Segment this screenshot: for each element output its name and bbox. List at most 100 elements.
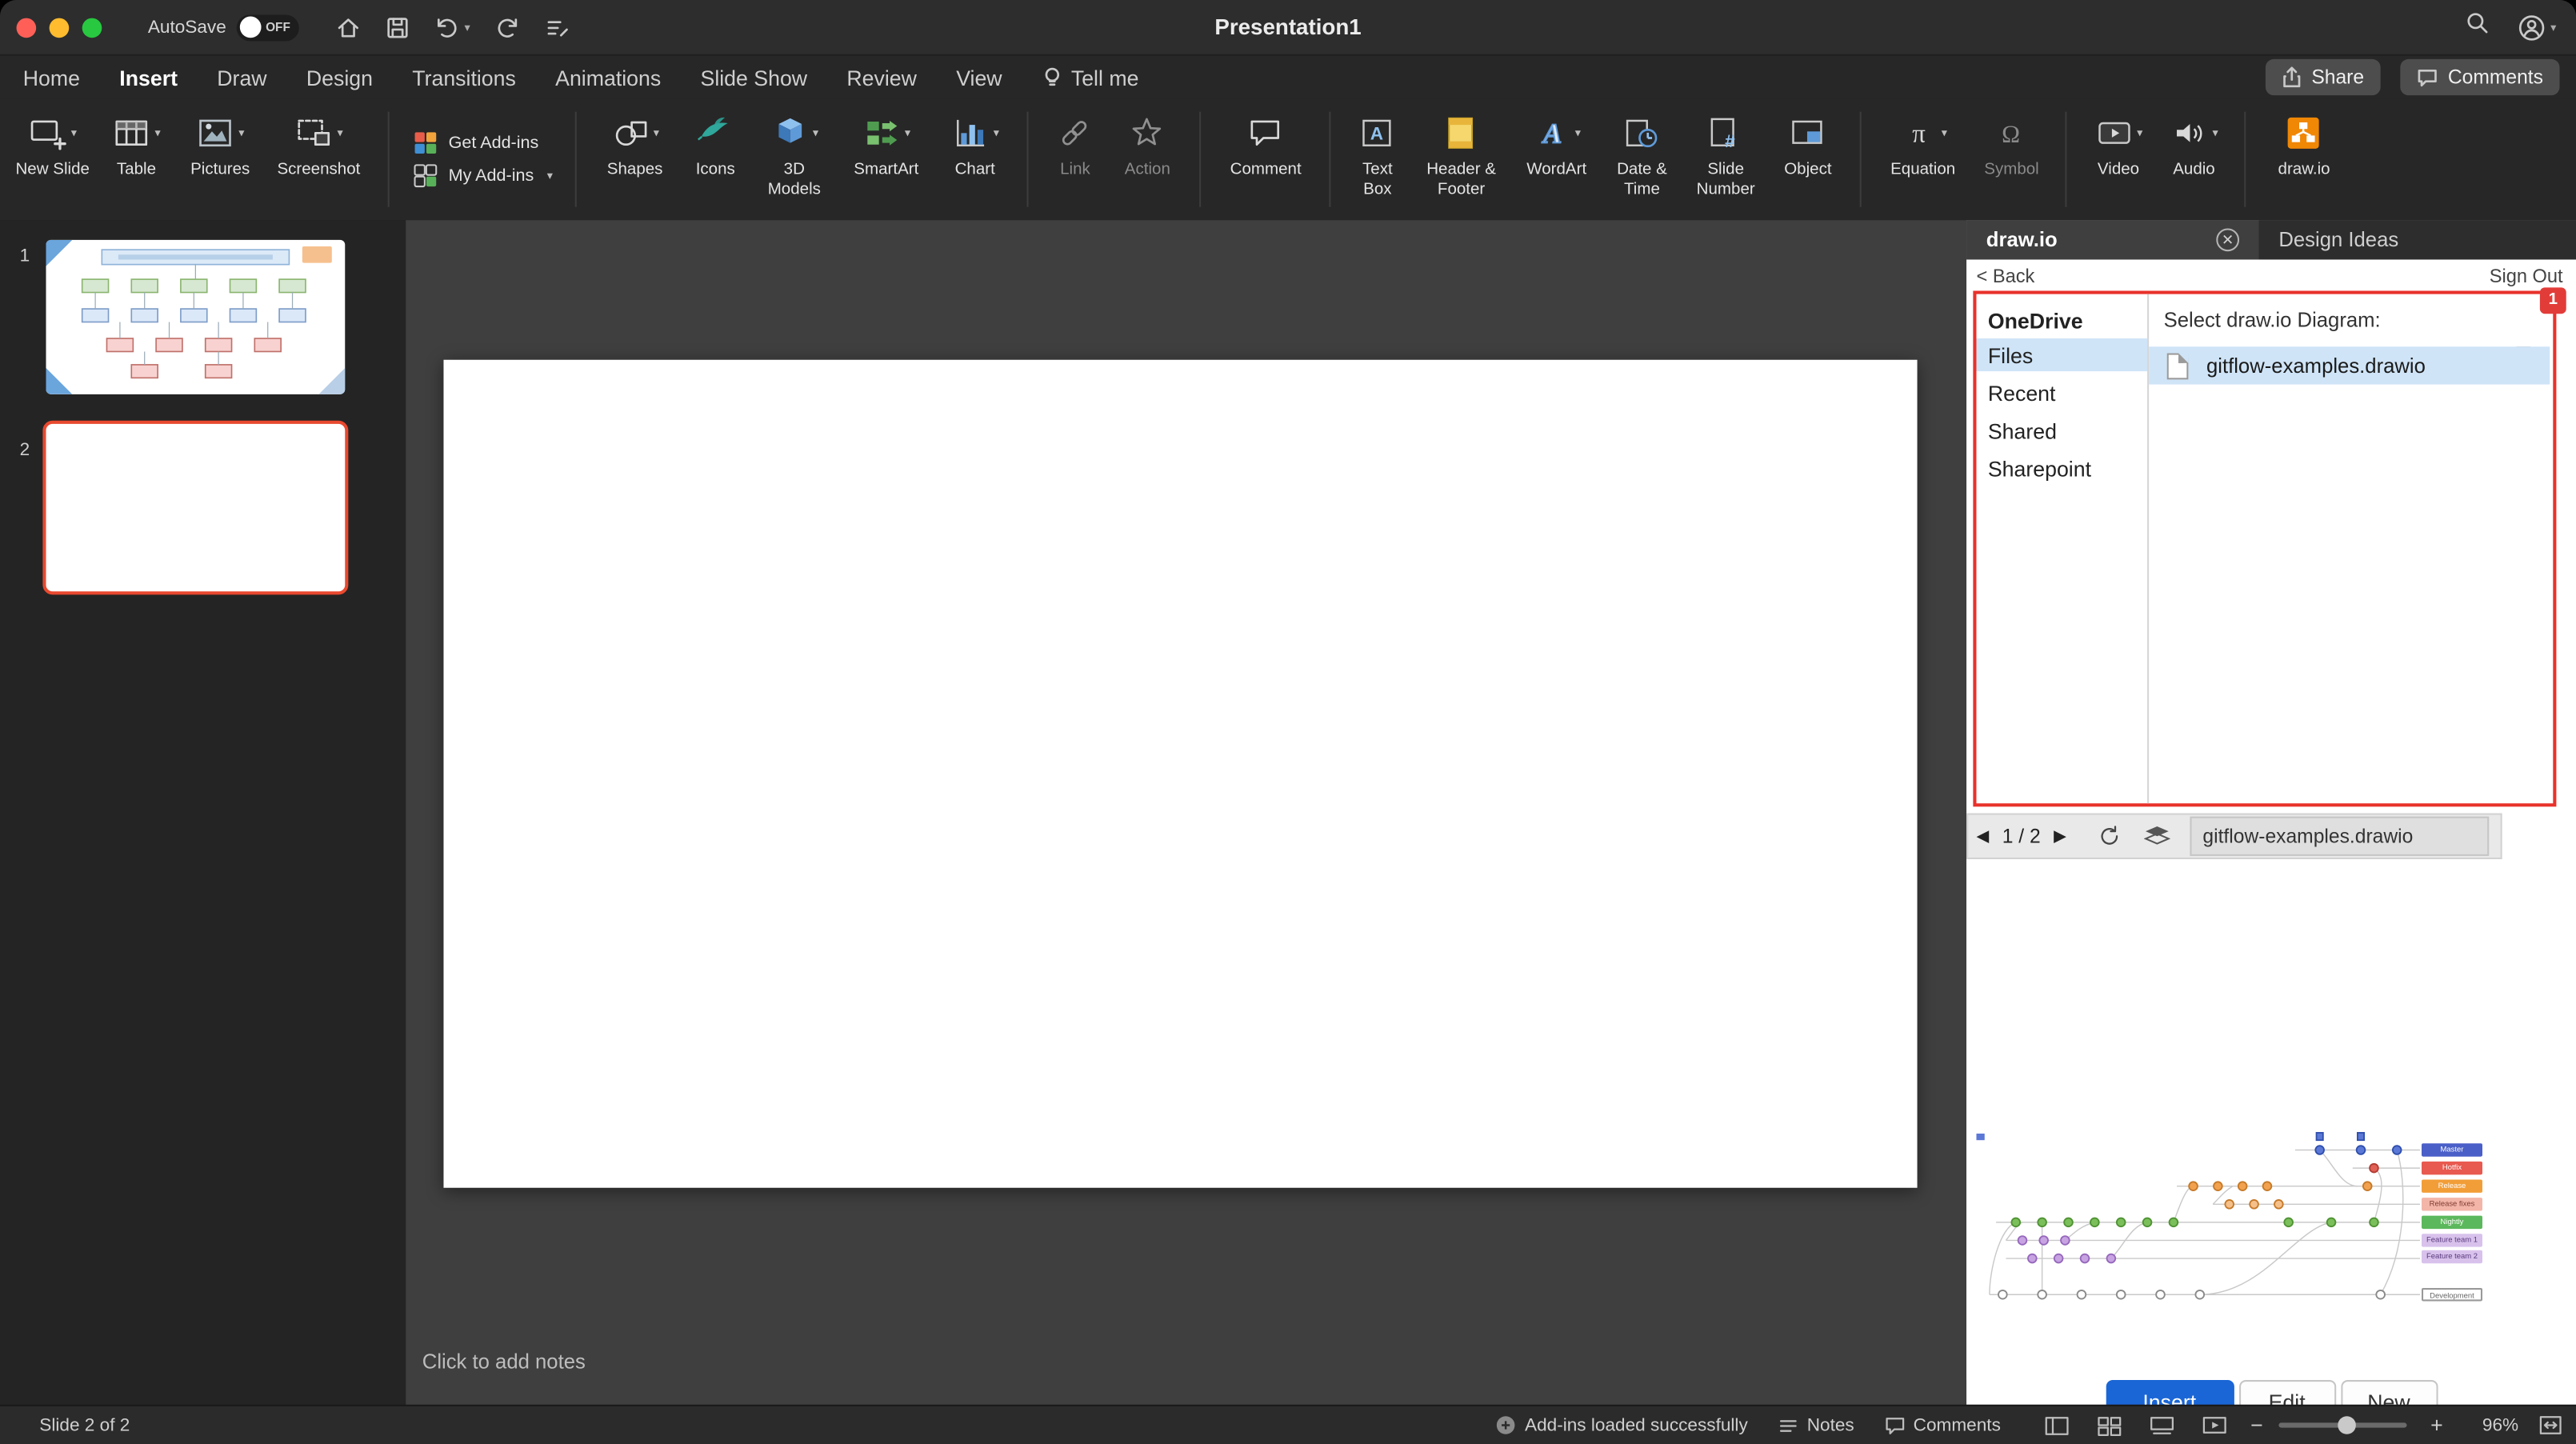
icons-button[interactable]: Icons	[684, 98, 746, 220]
drawio-ribbon-button[interactable]: draw.io	[2265, 98, 2344, 220]
nav-item-sharepoint[interactable]: Sharepoint	[1976, 452, 2147, 485]
tab-home[interactable]: Home	[23, 65, 80, 90]
audio-button[interactable]: ▾ Audio	[2161, 98, 2226, 220]
refresh-button[interactable]	[2098, 825, 2121, 848]
wordart-button[interactable]: A ▾ WordArt	[1517, 98, 1596, 220]
slide-number-button[interactable]: # Slide Number	[1688, 98, 1763, 220]
signout-link[interactable]: Sign Out	[2490, 268, 2563, 288]
home-button[interactable]	[334, 14, 361, 40]
smartart-button[interactable]: ▾ SmartArt	[842, 98, 930, 220]
minimize-window-button[interactable]	[49, 17, 70, 38]
table-button[interactable]: ▾ Table	[100, 98, 172, 220]
symbol-button[interactable]: Ω Symbol	[1975, 98, 2047, 220]
nav-onedrive[interactable]: OneDrive	[1988, 309, 2147, 334]
autosave-toggle[interactable]: OFF	[236, 14, 299, 41]
tab-review[interactable]: Review	[846, 65, 917, 90]
file-row-selected[interactable]: gitflow-examples.drawio	[2149, 346, 2550, 385]
customize-toolbar-button[interactable]	[544, 14, 570, 40]
get-addins-button[interactable]: Get Add-ins	[412, 130, 552, 156]
tab-animations[interactable]: Animations	[555, 65, 661, 90]
slide-1-diagram-preview	[46, 239, 346, 394]
next-page-button[interactable]: ▶	[2046, 827, 2074, 846]
my-addins-button[interactable]: My Add-ins ▾	[412, 162, 553, 189]
screenshot-button[interactable]: ▾ Screenshot	[268, 98, 370, 220]
slide-sorter-view-icon[interactable]	[2096, 1414, 2122, 1437]
normal-view-icon[interactable]	[2043, 1414, 2070, 1437]
chevron-down-icon: ▾	[2137, 128, 2143, 140]
back-link[interactable]: < Back	[1976, 268, 2034, 288]
get-addins-icon	[414, 132, 437, 154]
notes-placeholder[interactable]: Click to add notes	[422, 1350, 586, 1374]
reading-view-icon[interactable]	[2149, 1414, 2175, 1437]
layers-button[interactable]	[2143, 825, 2170, 848]
date-time-icon	[1626, 119, 1658, 148]
pictures-button[interactable]: ▾ Pictures	[182, 98, 258, 220]
ribbon-tab-bar: Home Insert Draw Design Transitions Anim…	[0, 55, 2576, 99]
nav-item-recent[interactable]: Recent	[1976, 376, 2147, 409]
close-panel-icon[interactable]: ✕	[2216, 228, 2240, 252]
header-footer-button[interactable]: Header & Footer	[1415, 98, 1507, 220]
nav-item-shared[interactable]: Shared	[1976, 414, 2147, 447]
shapes-button[interactable]: ▾ Shapes	[595, 98, 674, 220]
comments-toggle[interactable]: Comments	[1884, 1415, 2001, 1435]
zoom-slider[interactable]	[2279, 1416, 2408, 1434]
new-slide-button[interactable]: ▾ New Slide	[14, 98, 90, 220]
video-button[interactable]: ▾ Video	[2086, 98, 2151, 220]
slide-2-thumbnail-selected[interactable]	[42, 420, 349, 595]
zoom-out-button[interactable]: −	[2250, 1413, 2263, 1438]
text-box-button[interactable]: A Text Box	[1350, 98, 1406, 220]
tell-me-button[interactable]: Tell me	[1042, 65, 1138, 90]
nav-item-files[interactable]: Files	[1976, 338, 2148, 372]
notes-toggle[interactable]: Notes	[1778, 1415, 1854, 1435]
home-icon	[338, 18, 358, 37]
slide-1-thumbnail[interactable]	[46, 239, 346, 394]
object-button[interactable]: Object	[1774, 98, 1842, 220]
zoom-slider-knob[interactable]	[2338, 1416, 2357, 1434]
zoom-in-button[interactable]: +	[2430, 1413, 2443, 1438]
svg-text:A: A	[1541, 118, 1561, 150]
zoom-window-button[interactable]	[82, 17, 102, 38]
branch-label-nightly: Nightly	[2422, 1214, 2482, 1229]
addin-panel-tabs: draw.io ✕ Design Ideas	[1966, 220, 2576, 260]
preview-file-label: gitflow-examples.drawio	[2189, 816, 2489, 856]
comments-button[interactable]: Comments	[2400, 58, 2560, 96]
tab-slide-show[interactable]: Slide Show	[701, 65, 808, 90]
3d-models-button[interactable]: ▾ 3D Models	[757, 98, 832, 220]
search-button[interactable]	[2465, 10, 2491, 44]
tab-view[interactable]: View	[956, 65, 1002, 90]
tab-transitions[interactable]: Transitions	[412, 65, 516, 90]
tab-insert[interactable]: Insert	[119, 65, 178, 90]
equation-button[interactable]: π ▾ Equation	[1880, 98, 1966, 220]
tab-drawio-panel[interactable]: draw.io ✕	[1966, 220, 2259, 260]
date-time-button[interactable]: Date & Time	[1606, 98, 1678, 220]
prev-page-button[interactable]: ◀	[1968, 827, 1997, 846]
account-button[interactable]: ▾	[2518, 12, 2556, 42]
equation-icon: π	[1912, 120, 1926, 149]
branch-label-release-fixes: Release fixes	[2422, 1197, 2482, 1210]
comment-button[interactable]: Comment	[1220, 98, 1312, 220]
save-button[interactable]	[384, 14, 410, 40]
status-bar: Slide 2 of 2 Add-ins loaded successfully…	[0, 1404, 2576, 1444]
ribbon-divider	[1860, 111, 1862, 207]
slide-canvas[interactable]	[443, 359, 1918, 1188]
chevron-down-icon: ▾	[238, 128, 245, 140]
zoom-level[interactable]: 96%	[2470, 1415, 2518, 1435]
refresh-icon	[2100, 826, 2118, 845]
redo-button[interactable]	[494, 14, 522, 40]
action-button[interactable]: Action	[1113, 98, 1182, 220]
pictures-icon	[199, 119, 232, 147]
tab-draw[interactable]: Draw	[217, 65, 266, 90]
save-icon	[386, 17, 407, 38]
undo-button[interactable]: ▾	[434, 14, 470, 40]
close-window-button[interactable]	[16, 17, 37, 38]
chart-button[interactable]: ▾ Chart	[941, 98, 1010, 220]
comment-icon	[1251, 120, 1280, 146]
share-button[interactable]: Share	[2265, 58, 2381, 96]
drawio-panel-body: < Back Sign Out 1 OneDrive Files Recent …	[1966, 259, 2576, 1425]
undo-icon	[437, 18, 457, 37]
tab-design[interactable]: Design	[306, 65, 373, 90]
tab-design-ideas-panel[interactable]: Design Ideas	[2258, 220, 2576, 260]
slideshow-view-icon[interactable]	[2201, 1414, 2227, 1437]
fit-slide-button[interactable]	[2538, 1414, 2563, 1436]
link-button[interactable]: Link	[1047, 98, 1103, 220]
